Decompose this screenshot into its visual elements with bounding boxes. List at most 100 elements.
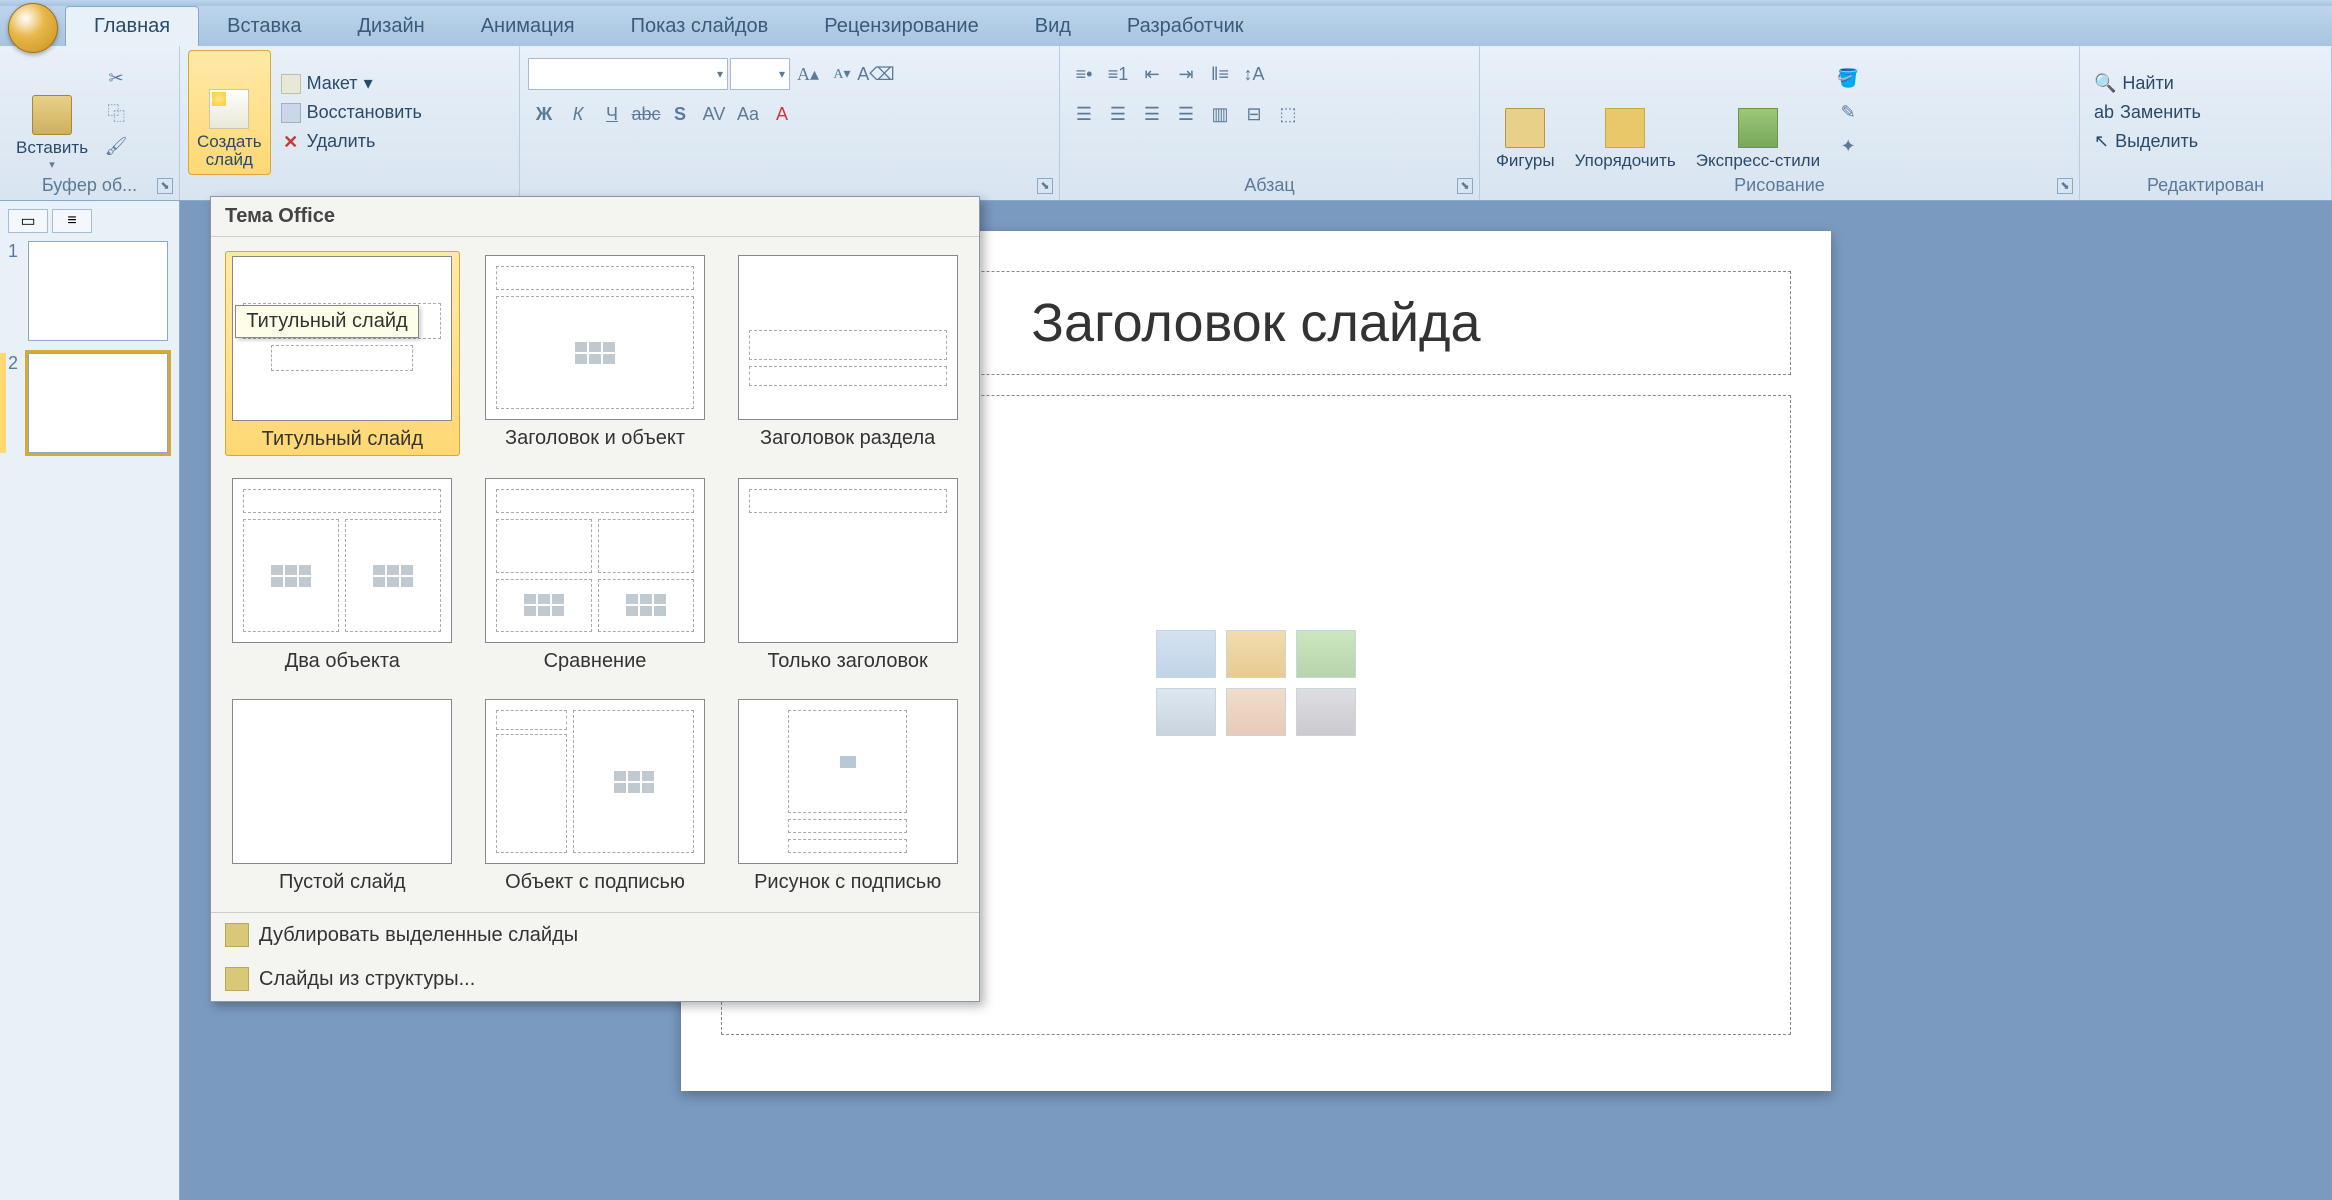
layout-tooltip: Титульный слайд bbox=[235, 305, 418, 338]
gallery-header: Тема Office bbox=[211, 197, 979, 237]
underline-button[interactable]: Ч bbox=[596, 98, 628, 130]
new-slide-button[interactable]: Создать слайд bbox=[188, 50, 271, 175]
columns-button[interactable]: ▥ bbox=[1204, 98, 1236, 130]
strikethrough-button[interactable]: abc bbox=[630, 98, 662, 130]
thumb-number: 2 bbox=[8, 353, 22, 374]
italic-button[interactable]: К bbox=[562, 98, 594, 130]
layout-blank[interactable]: Пустой слайд bbox=[225, 695, 460, 898]
text-direction-button[interactable]: ↕A bbox=[1238, 58, 1270, 90]
layout-gallery: Тема Office Титульный слайд Титульный сл… bbox=[210, 196, 980, 1002]
copy-button[interactable]: ⿻ bbox=[100, 97, 132, 129]
replace-button[interactable]: abЗаменить bbox=[2088, 99, 2207, 126]
layout-comparison[interactable]: Сравнение bbox=[478, 474, 713, 677]
format-painter-button[interactable]: 🖌 bbox=[100, 131, 132, 163]
shape-outline-button[interactable]: ✎ bbox=[1832, 97, 1864, 129]
quick-styles-button[interactable]: Экспресс-стили bbox=[1688, 50, 1828, 175]
tab-home[interactable]: Главная bbox=[65, 6, 199, 46]
font-size-combo[interactable] bbox=[730, 58, 790, 90]
duplicate-slides-action[interactable]: Дублировать выделенные слайды bbox=[211, 913, 979, 957]
shrink-font-button[interactable]: A▾ bbox=[826, 58, 858, 90]
grow-font-button[interactable]: A▴ bbox=[792, 58, 824, 90]
arrange-icon bbox=[1605, 108, 1645, 148]
clear-formatting-button[interactable]: A⌫ bbox=[860, 58, 892, 90]
quick-styles-icon bbox=[1738, 108, 1778, 148]
font-family-combo[interactable] bbox=[528, 58, 728, 90]
align-text-button[interactable]: ⊟ bbox=[1238, 98, 1270, 130]
decrease-indent-button[interactable]: ⇤ bbox=[1136, 58, 1168, 90]
layout-picture-caption[interactable]: Рисунок с подписью bbox=[730, 695, 965, 898]
clipboard-icon bbox=[32, 95, 72, 135]
paste-button[interactable]: Вставить ▾ bbox=[8, 50, 96, 175]
change-case-button[interactable]: Aa bbox=[732, 98, 764, 130]
slide-panel: ▭ ≡ 1 2 bbox=[0, 201, 180, 1200]
insert-smartart-icon[interactable] bbox=[1296, 630, 1356, 678]
insert-chart-icon[interactable] bbox=[1226, 630, 1286, 678]
tab-slideshow[interactable]: Показ слайдов bbox=[603, 7, 797, 46]
align-right-button[interactable]: ☰ bbox=[1136, 98, 1168, 130]
tab-developer[interactable]: Разработчик bbox=[1099, 7, 1272, 46]
cut-button[interactable]: ✂ bbox=[100, 63, 132, 95]
insert-media-icon[interactable] bbox=[1296, 688, 1356, 736]
clipboard-dialog-launcher[interactable]: ⬊ bbox=[157, 178, 173, 194]
select-button[interactable]: ↖Выделить bbox=[2088, 128, 2207, 155]
shapes-button[interactable]: Фигуры bbox=[1488, 50, 1563, 175]
clipboard-group-label: Буфер об... bbox=[0, 175, 179, 196]
insert-table-icon[interactable] bbox=[1156, 630, 1216, 678]
increase-indent-button[interactable]: ⇥ bbox=[1170, 58, 1202, 90]
layout-content-caption[interactable]: Объект с подписью bbox=[478, 695, 713, 898]
shapes-icon bbox=[1505, 108, 1545, 148]
reset-icon bbox=[281, 103, 301, 123]
tab-animation[interactable]: Анимация bbox=[453, 7, 603, 46]
char-spacing-button[interactable]: AV bbox=[698, 98, 730, 130]
ribbon-tabs: Главная Вставка Дизайн Анимация Показ сл… bbox=[0, 6, 2332, 46]
layout-title-only[interactable]: Только заголовок bbox=[730, 474, 965, 677]
tab-insert[interactable]: Вставка bbox=[199, 7, 329, 46]
bold-button[interactable]: Ж bbox=[528, 98, 560, 130]
layout-two-content[interactable]: Два объекта bbox=[225, 474, 460, 677]
office-button[interactable] bbox=[8, 3, 58, 53]
font-color-button[interactable]: A bbox=[766, 98, 798, 130]
justify-button[interactable]: ☰ bbox=[1170, 98, 1202, 130]
layout-icon bbox=[281, 74, 301, 94]
font-dialog-launcher[interactable]: ⬊ bbox=[1037, 178, 1053, 194]
layout-title-slide[interactable]: Титульный слайд Титульный слайд bbox=[225, 251, 460, 456]
arrange-button[interactable]: Упорядочить bbox=[1567, 50, 1684, 175]
duplicate-icon bbox=[225, 923, 249, 947]
slide-thumbnail-1[interactable] bbox=[28, 241, 168, 341]
drawing-dialog-launcher[interactable]: ⬊ bbox=[2057, 178, 2073, 194]
shape-effects-button[interactable]: ✦ bbox=[1832, 131, 1864, 163]
slides-view-tab[interactable]: ▭ bbox=[8, 209, 48, 233]
ribbon: Вставить ▾ ✂ ⿻ 🖌 Буфер об... ⬊ Создать с… bbox=[0, 46, 2332, 201]
content-insert-icons[interactable] bbox=[1156, 630, 1356, 736]
delete-button[interactable]: ✕Удалить bbox=[275, 128, 428, 155]
delete-icon: ✕ bbox=[281, 132, 301, 152]
insert-clipart-icon[interactable] bbox=[1226, 688, 1286, 736]
paragraph-dialog-launcher[interactable]: ⬊ bbox=[1457, 178, 1473, 194]
insert-picture-icon[interactable] bbox=[1156, 688, 1216, 736]
new-slide-icon bbox=[209, 89, 249, 129]
layout-section-header[interactable]: Заголовок раздела bbox=[730, 251, 965, 456]
reset-button[interactable]: Восстановить bbox=[275, 99, 428, 126]
line-spacing-button[interactable]: ‖≡ bbox=[1204, 58, 1236, 90]
tab-design[interactable]: Дизайн bbox=[329, 7, 452, 46]
align-left-button[interactable]: ☰ bbox=[1068, 98, 1100, 130]
select-icon: ↖ bbox=[2094, 131, 2109, 152]
bullets-button[interactable]: ≡• bbox=[1068, 58, 1100, 90]
thumb-number: 1 bbox=[8, 241, 22, 262]
smartart-button[interactable]: ⬚ bbox=[1272, 98, 1304, 130]
layout-button[interactable]: Макет ▾ bbox=[275, 70, 428, 97]
replace-icon: ab bbox=[2094, 102, 2114, 123]
outline-view-tab[interactable]: ≡ bbox=[52, 209, 92, 233]
shape-fill-button[interactable]: 🪣 bbox=[1832, 63, 1864, 95]
tab-view[interactable]: Вид bbox=[1007, 7, 1099, 46]
align-center-button[interactable]: ☰ bbox=[1102, 98, 1134, 130]
drawing-group-label: Рисование bbox=[1480, 175, 2079, 196]
find-icon: 🔍 bbox=[2094, 73, 2116, 94]
numbering-button[interactable]: ≡1 bbox=[1102, 58, 1134, 90]
tab-review[interactable]: Рецензирование bbox=[796, 7, 1006, 46]
find-button[interactable]: 🔍Найти bbox=[2088, 70, 2207, 97]
slide-thumbnail-2[interactable] bbox=[28, 353, 168, 453]
layout-title-content[interactable]: Заголовок и объект bbox=[478, 251, 713, 456]
shadow-button[interactable]: S bbox=[664, 98, 696, 130]
slides-from-outline-action[interactable]: Слайды из структуры... bbox=[211, 957, 979, 1001]
